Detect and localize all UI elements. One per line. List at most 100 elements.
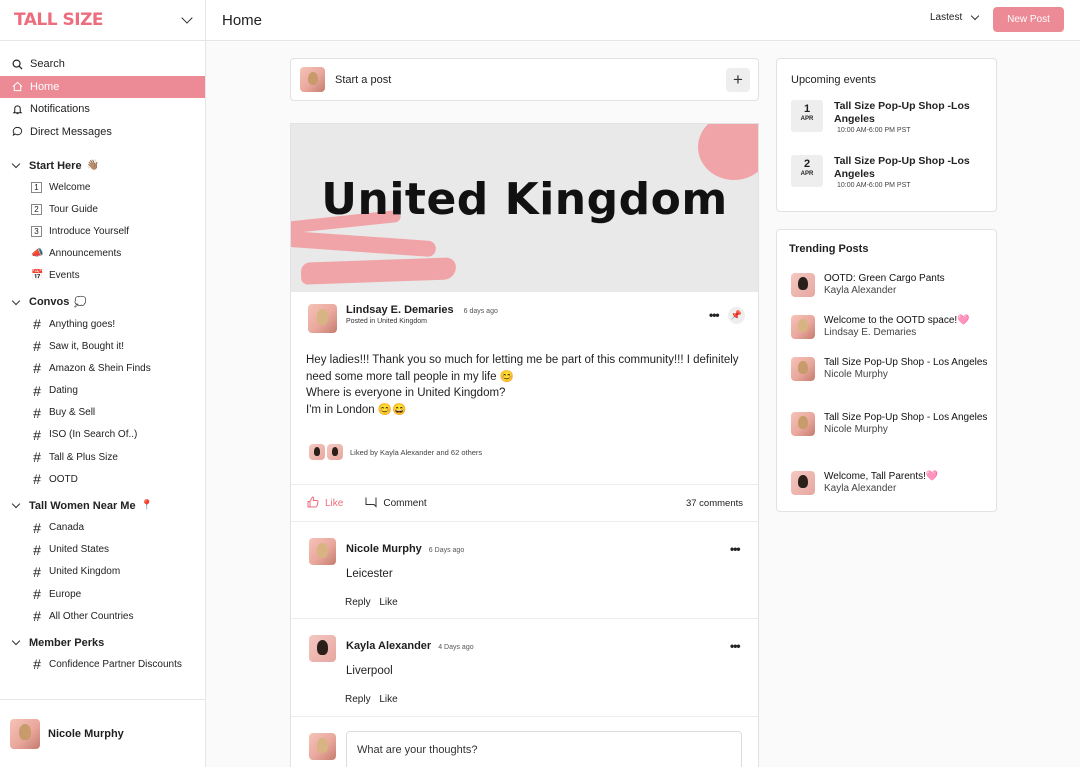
section-convos[interactable]: Convos 💭 [0, 292, 205, 313]
trending-item[interactable]: OOTD: Green Cargo Pants Kayla Alexander [791, 272, 994, 297]
sidebar-item-all-other-countries[interactable]: # All Other Countries [0, 605, 205, 627]
section-member-perks[interactable]: Member Perks [0, 632, 205, 653]
pin-icon[interactable]: 📌 [728, 307, 745, 324]
sidebar-item-welcome[interactable]: 1 Welcome [0, 176, 205, 198]
likes-summary[interactable]: Liked by Kayla Alexander and 62 others [309, 444, 482, 460]
hash-icon: # [33, 586, 41, 603]
sidebar-item-dating[interactable]: # Dating [0, 380, 205, 402]
brand-logo: TALL SIZE [14, 10, 104, 30]
sidebar-item-buy-sell[interactable]: # Buy & Sell [0, 402, 205, 424]
like-label: Like [325, 497, 344, 509]
comment-item: Kayla Alexander 4 Days ago ••• Liverpool… [291, 618, 758, 716]
event-item[interactable]: 1 APR Tall Size Pop-Up Shop -Los Angeles… [791, 100, 984, 134]
avatar [791, 272, 815, 297]
chat-icon [11, 125, 24, 138]
avatar [791, 356, 815, 381]
user-name: Nicole Murphy [48, 727, 124, 740]
sidebar-item-label: All Other Countries [49, 610, 134, 622]
hash-icon: # [33, 471, 41, 488]
hash-icon: # [33, 360, 41, 377]
sidebar-item-anything-goes[interactable]: # Anything goes! [0, 313, 205, 335]
comment-author[interactable]: Nicole Murphy [346, 543, 422, 555]
sidebar-item-introduce-yourself[interactable]: 3 Introduce Yourself [0, 220, 205, 242]
home-icon [11, 80, 24, 93]
trending-item[interactable]: Tall Size Pop-Up Shop - Los Angeles Nico… [791, 411, 994, 436]
avatar[interactable] [309, 635, 336, 662]
trending-item[interactable]: Welcome, Tall Parents!🩷 Kayla Alexander [791, 470, 994, 495]
sidebar-item-search[interactable]: Search [0, 53, 205, 76]
event-month: APR [800, 171, 814, 177]
posted-in[interactable]: Posted in United Kingdom [346, 318, 498, 325]
sidebar-item-canada[interactable]: # Canada [0, 516, 205, 538]
trending-title: Tall Size Pop-Up Shop - Los Angeles [824, 412, 988, 423]
comment-like-button[interactable]: Like [379, 694, 397, 705]
sidebar-item-tall-plus[interactable]: # Tall & Plus Size [0, 446, 205, 468]
more-options-icon[interactable]: ••• [730, 542, 741, 556]
comment-label: Comment [383, 497, 427, 509]
comment-input[interactable]: What are your thoughts? [346, 731, 742, 767]
sidebar-item-events[interactable]: 📅 Events [0, 265, 205, 287]
avatar[interactable] [309, 538, 336, 565]
plus-icon[interactable]: + [726, 68, 750, 92]
sidebar-item-home[interactable]: Home [0, 75, 205, 98]
reply-button[interactable]: Reply [345, 694, 371, 705]
sidebar-item-direct-messages[interactable]: Direct Messages [0, 121, 205, 144]
sidebar-item-label: ISO (In Search Of..) [49, 429, 138, 441]
new-post-button[interactable]: New Post [993, 7, 1064, 32]
section-start-here[interactable]: Start Here 👋🏽 [0, 155, 205, 176]
calendar-icon: 📅 [31, 270, 44, 282]
current-user[interactable]: Nicole Murphy [0, 699, 205, 767]
post-time: 6 days ago [463, 308, 498, 315]
event-title: Tall Size Pop-Up Shop -Los Angeles [834, 100, 970, 125]
trending-author: Kayla Alexander [824, 483, 897, 494]
hash-icon: # [33, 519, 41, 536]
avatar [309, 444, 325, 460]
comment-button[interactable]: Comment [365, 496, 427, 511]
more-options-icon[interactable]: ••• [730, 639, 741, 653]
like-button[interactable]: Like [307, 495, 344, 511]
event-item[interactable]: 2 APR Tall Size Pop-Up Shop -Los Angeles… [791, 155, 984, 189]
sort-label: Lastest [930, 12, 963, 23]
hash-icon: # [33, 656, 41, 673]
post-paragraph: I'm in London 😊😄 [306, 403, 407, 416]
sidebar-item-ootd[interactable]: # OOTD [0, 468, 205, 490]
post-author[interactable]: Lindsay E. Demaries 6 days ago Posted in… [308, 304, 498, 333]
sidebar-item-europe[interactable]: # Europe [0, 583, 205, 605]
section-tall-women-near-me[interactable]: Tall Women Near Me 📍 [0, 495, 205, 516]
section-emoji: 📍 [140, 500, 154, 512]
comments-count[interactable]: 37 comments [686, 498, 743, 509]
trending-title: Tall Size Pop-Up Shop - Los Angeles [824, 357, 988, 368]
comment-author[interactable]: Kayla Alexander [346, 640, 431, 652]
reply-button[interactable]: Reply [345, 597, 371, 608]
event-month: APR [800, 116, 814, 122]
chevron-down-icon [971, 11, 980, 21]
section-title: Tall Women Near Me [29, 499, 136, 512]
avatar [791, 314, 815, 339]
sidebar-item-iso[interactable]: # ISO (In Search Of..) [0, 424, 205, 446]
avatar [791, 411, 815, 436]
author-name[interactable]: Lindsay E. Demaries [346, 304, 454, 316]
chevron-down-icon[interactable] [181, 12, 193, 24]
community-switcher[interactable]: TALL SIZE [0, 0, 205, 41]
sidebar-item-tour-guide[interactable]: 2 Tour Guide [0, 198, 205, 220]
sidebar-item-label: Welcome [49, 181, 91, 193]
trending-item[interactable]: Tall Size Pop-Up Shop - Los Angeles Nico… [791, 356, 994, 381]
sidebar-item-united-kingdom[interactable]: # United Kingdom [0, 561, 205, 583]
keycap-three-icon: 3 [31, 225, 42, 237]
sort-dropdown[interactable]: Lastest [930, 11, 980, 23]
more-options-icon[interactable]: ••• [709, 308, 720, 322]
start-post-box[interactable]: Start a post + [290, 58, 759, 101]
sidebar-item-confidence-partner-discounts[interactable]: # Confidence Partner Discounts [0, 653, 205, 675]
trending-item[interactable]: Welcome to the OOTD space!🩷 Lindsay E. D… [791, 314, 994, 339]
trending-author: Lindsay E. Demaries [824, 327, 917, 338]
sidebar-item-announcements[interactable]: 📣 Announcements [0, 243, 205, 265]
section-title: Convos [29, 296, 70, 309]
sidebar-item-amazon-shein[interactable]: # Amazon & Shein Finds [0, 357, 205, 379]
sidebar-item-label: Saw it, Bought it! [49, 340, 125, 352]
sidebar-item-notifications[interactable]: Notifications [0, 98, 205, 121]
comment-item: Nicole Murphy 6 Days ago ••• Leicester R… [291, 521, 758, 618]
sidebar-item-united-states[interactable]: # United States [0, 539, 205, 561]
hash-icon: # [33, 338, 41, 355]
comment-like-button[interactable]: Like [379, 597, 397, 608]
sidebar-item-saw-it-bought-it[interactable]: # Saw it, Bought it! [0, 335, 205, 357]
